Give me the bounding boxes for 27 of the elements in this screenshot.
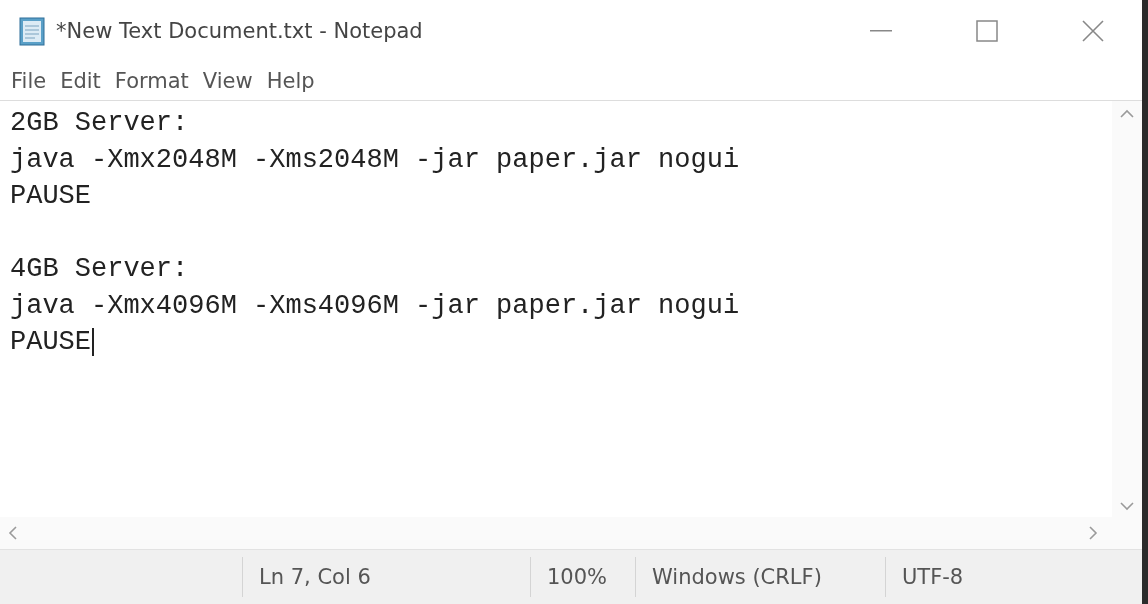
- vertical-scrollbar[interactable]: [1112, 101, 1142, 517]
- line-ending: Windows (CRLF): [635, 557, 885, 597]
- text-line: java -Xmx2048M -Xms2048M -jar paper.jar nogui: [10, 143, 740, 177]
- notepad-icon: [18, 15, 48, 47]
- maximize-icon: [976, 20, 998, 42]
- menu-item[interactable]: File: [4, 64, 54, 98]
- horizontal-scrollbar[interactable]: [0, 517, 1142, 549]
- minimize-icon: [870, 30, 892, 32]
- scroll-left-icon[interactable]: [8, 526, 18, 540]
- text-cursor: [92, 328, 94, 357]
- cursor-position: Ln 7, Col 6: [242, 557, 530, 597]
- encoding: UTF-8: [885, 557, 1085, 597]
- menu-item[interactable]: Help: [259, 64, 322, 98]
- window-title: *New Text Document.txt - Notepad: [56, 19, 424, 43]
- zoom-level: 100%: [530, 557, 635, 597]
- text-line: java -Xmx4096M -Xms4096M -jar paper.jar nogui: [10, 289, 740, 323]
- close-icon: [1082, 20, 1104, 42]
- text-line: 2GB Server:: [10, 107, 189, 140]
- menu-item[interactable]: Edit: [53, 64, 108, 98]
- scroll-right-icon[interactable]: [1088, 526, 1098, 540]
- text-line: 4GB Server:: [10, 253, 189, 286]
- menu-item[interactable]: View: [195, 64, 260, 98]
- text-line: PAUSE: [10, 326, 91, 359]
- text-line: PAUSE: [10, 180, 91, 213]
- scroll-down-icon[interactable]: [1120, 501, 1134, 511]
- menu-item[interactable]: Format: [107, 64, 196, 98]
- scroll-up-icon[interactable]: [1120, 109, 1134, 119]
